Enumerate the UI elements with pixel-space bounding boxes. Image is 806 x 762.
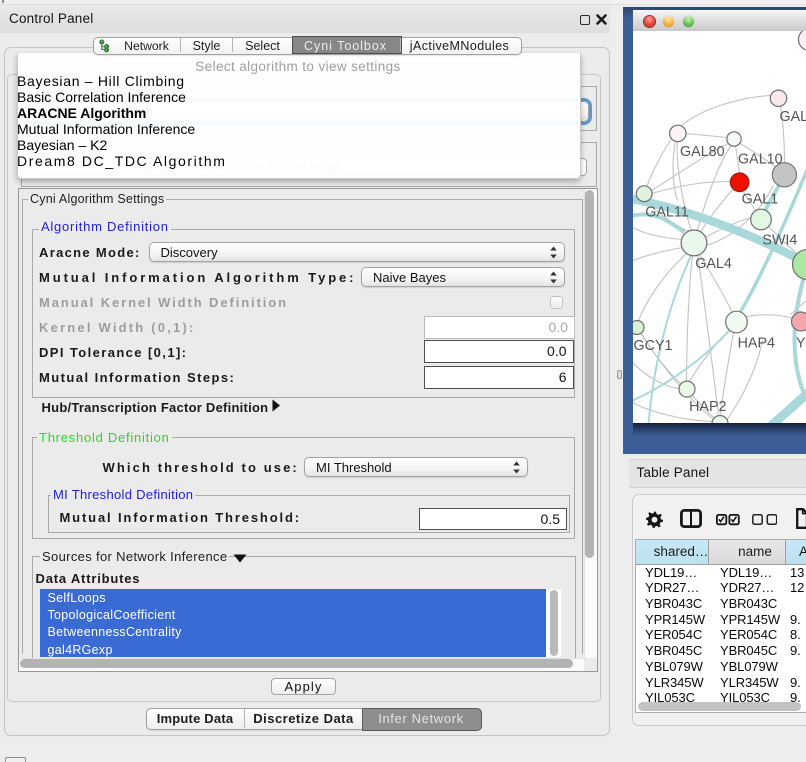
svg-text:GAL10: GAL10 xyxy=(738,151,783,167)
svg-text:HAP4: HAP4 xyxy=(737,335,774,351)
svg-text:YJ: YJ xyxy=(796,335,806,351)
svg-text:GAL4: GAL4 xyxy=(695,256,732,272)
svg-text:SWI4: SWI4 xyxy=(762,232,797,248)
svg-text:GCY1: GCY1 xyxy=(633,338,672,354)
svg-text:GAL7: GAL7 xyxy=(779,109,806,125)
svg-text:GAL11: GAL11 xyxy=(645,204,688,220)
svg-text:GAL1: GAL1 xyxy=(741,191,778,207)
svg-text:GAL80: GAL80 xyxy=(680,144,725,160)
svg-text:HAP2: HAP2 xyxy=(689,399,726,415)
